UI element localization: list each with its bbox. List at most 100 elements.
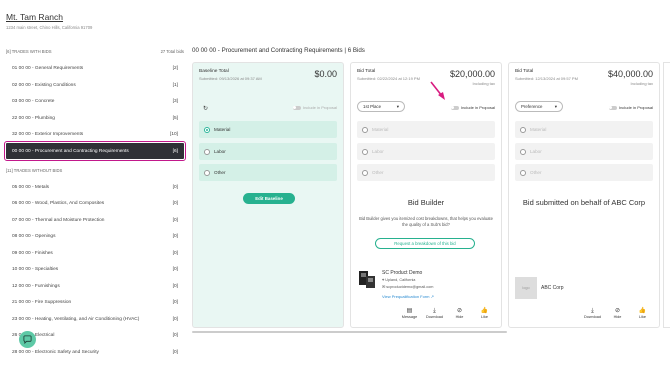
trades-with-bids-header: [6] TRADES WITH BIDS 27 Total bids bbox=[6, 49, 184, 54]
bid-tax-label: Including tax bbox=[472, 81, 495, 86]
radio[interactable] bbox=[362, 169, 368, 176]
option-other[interactable]: Other bbox=[357, 164, 495, 181]
download-icon: ⤓ bbox=[591, 308, 594, 314]
submitted-on-behalf-heading: Bid submitted on behalf of ABC Corp bbox=[522, 198, 646, 207]
trade-item[interactable]: 21 00 00 - Fire Suppression [0] bbox=[6, 294, 184, 310]
trade-item[interactable]: 03 00 00 - Concrete [3] bbox=[6, 93, 184, 109]
trade-count: [5] bbox=[172, 115, 178, 121]
trade-count: [0] bbox=[172, 200, 178, 206]
bid-amount: $20,000.00 bbox=[449, 69, 495, 79]
place-select[interactable]: 1st Place ▾ bbox=[357, 101, 405, 112]
trade-item[interactable]: 01 00 00 - General Requirements [2] bbox=[6, 60, 184, 76]
radio[interactable] bbox=[362, 126, 368, 133]
action-label: Like bbox=[639, 315, 646, 319]
hide-button[interactable]: ⊘ Hide bbox=[451, 308, 468, 319]
chat-button[interactable] bbox=[19, 331, 36, 348]
option-labor[interactable]: Labor bbox=[515, 143, 653, 160]
trade-item[interactable]: 08 00 00 - Openings [0] bbox=[6, 228, 184, 244]
trade-label: 01 00 00 - General Requirements bbox=[12, 65, 84, 71]
radio-selected[interactable] bbox=[204, 126, 210, 133]
trade-count: [10] bbox=[169, 131, 178, 137]
radio[interactable] bbox=[520, 148, 526, 155]
toggle-switch[interactable] bbox=[450, 105, 459, 110]
trade-item[interactable]: 07 00 00 - Thermal and Moisture Protecti… bbox=[6, 212, 184, 228]
option-other[interactable]: Other bbox=[199, 164, 337, 181]
like-button[interactable]: 👍 Like bbox=[476, 308, 493, 319]
trade-label: 02 00 00 - Existing Conditions bbox=[12, 82, 76, 88]
request-breakdown-button[interactable]: Request a breakdown of this bid bbox=[375, 238, 475, 249]
action-label: Message bbox=[401, 315, 418, 319]
trade-item[interactable]: 32 00 00 - Exterior Improvements [10] bbox=[6, 126, 184, 142]
trade-item[interactable]: 02 00 00 - Existing Conditions [1] bbox=[6, 77, 184, 93]
vendor-email: ✉ scproductdemo@gmail.com bbox=[382, 285, 434, 289]
option-labor[interactable]: Labor bbox=[199, 143, 337, 160]
bid-tax-label: Including tax bbox=[630, 81, 653, 86]
eye-off-icon: ⊘ bbox=[614, 308, 621, 314]
option-material[interactable]: Material bbox=[515, 121, 653, 138]
option-material[interactable]: Material bbox=[357, 121, 495, 138]
include-toggle[interactable]: Include in Proposal bbox=[450, 105, 495, 110]
trade-count: [0] bbox=[172, 184, 178, 190]
trade-label: 09 00 00 - Finishes bbox=[12, 250, 53, 256]
place-value: Preference bbox=[521, 104, 543, 109]
trade-item-active[interactable]: 00 00 00 - Procurement and Contracting R… bbox=[4, 141, 186, 161]
trade-label: 03 00 00 - Concrete bbox=[12, 98, 55, 104]
project-title[interactable]: Mt. Tam Ranch bbox=[6, 12, 306, 22]
option-label: Material bbox=[214, 127, 231, 132]
trade-item[interactable]: 22 00 00 - Plumbing [5] bbox=[6, 110, 184, 126]
trade-item[interactable]: 23 00 00 - Heating, Ventilating, and Air… bbox=[6, 311, 184, 327]
trade-item[interactable]: 09 00 00 - Finishes [0] bbox=[6, 245, 184, 261]
download-button[interactable]: ⤓ Download bbox=[426, 308, 443, 319]
option-labor[interactable]: Labor bbox=[357, 143, 495, 160]
project-header: Mt. Tam Ranch 1234 main street, Chino Hi… bbox=[6, 12, 306, 30]
toggle-switch[interactable] bbox=[608, 105, 617, 110]
include-toggle[interactable]: Include in Proposal bbox=[292, 105, 337, 110]
radio[interactable] bbox=[204, 148, 210, 155]
baseline-submitted: Submitted: 09/13/2026 at 09:37 AM bbox=[199, 76, 262, 81]
prequalification-link[interactable]: View Prequalification Form ↗ bbox=[382, 294, 434, 299]
message-button[interactable]: ▤ Message bbox=[401, 308, 418, 319]
trade-item[interactable]: 06 00 00 - Wood, Plastics, And Composite… bbox=[6, 195, 184, 211]
radio[interactable] bbox=[520, 126, 526, 133]
eye-off-icon: ⊘ bbox=[456, 308, 463, 314]
edit-baseline-button[interactable]: Edit Baseline bbox=[243, 193, 295, 204]
bid-submitted: Submitted: 12/13/2024 at 09:57 PM bbox=[515, 76, 578, 81]
radio[interactable] bbox=[204, 169, 210, 176]
trade-item[interactable]: 12 00 00 - Furnishings [0] bbox=[6, 278, 184, 294]
trade-item[interactable]: 05 00 00 - Metals [0] bbox=[6, 179, 184, 195]
trade-count: [0] bbox=[172, 299, 178, 305]
action-label: Download bbox=[584, 315, 601, 319]
bid-card: Bid Total Submitted: 02/22/2024 at 12:19… bbox=[350, 62, 502, 328]
toggle-switch[interactable] bbox=[292, 105, 301, 110]
trade-label: 10 00 00 - Specialties bbox=[12, 266, 59, 272]
download-icon: ⤓ bbox=[433, 308, 436, 314]
project-address: 1234 main street, Chino Hills, Californi… bbox=[6, 25, 93, 30]
include-label: Include in Proposal bbox=[460, 105, 495, 110]
trade-count: [0] bbox=[172, 283, 178, 289]
bid-builder-heading: Bid Builder bbox=[407, 198, 445, 207]
trade-label: 07 00 00 - Thermal and Moisture Protecti… bbox=[12, 217, 105, 223]
option-material[interactable]: Material bbox=[199, 121, 337, 138]
radio[interactable] bbox=[520, 169, 526, 176]
option-label: Labor bbox=[214, 149, 226, 154]
trade-item[interactable]: 10 00 00 - Specialties [0] bbox=[6, 261, 184, 277]
action-label: Hide bbox=[613, 315, 622, 319]
include-toggle[interactable]: Include in Proposal bbox=[608, 105, 653, 110]
trade-label: 08 00 00 - Openings bbox=[12, 233, 56, 239]
like-button[interactable]: 👍 Like bbox=[634, 308, 651, 319]
next-card-edge bbox=[663, 62, 670, 328]
place-value: 1st Place bbox=[363, 104, 382, 109]
option-other[interactable]: Other bbox=[515, 164, 653, 181]
trade-item[interactable]: 28 00 00 - Electronic Safety and Securit… bbox=[6, 344, 184, 360]
trade-count: [0] bbox=[172, 250, 178, 256]
horizontal-scrollbar[interactable] bbox=[192, 331, 507, 333]
trade-label: 28 00 00 - Electronic Safety and Securit… bbox=[12, 349, 99, 355]
total-bids-label: 27 Total bids bbox=[160, 49, 184, 54]
place-select[interactable]: Preference ▾ bbox=[515, 101, 563, 112]
trade-label: 05 00 00 - Metals bbox=[12, 184, 50, 190]
hide-button[interactable]: ⊘ Hide bbox=[609, 308, 626, 319]
bid-card: Bid Total Submitted: 12/13/2024 at 09:57… bbox=[508, 62, 660, 328]
refresh-icon[interactable]: ↻ bbox=[203, 105, 208, 112]
download-button[interactable]: ⤓ Download bbox=[584, 308, 601, 319]
radio[interactable] bbox=[362, 148, 368, 155]
